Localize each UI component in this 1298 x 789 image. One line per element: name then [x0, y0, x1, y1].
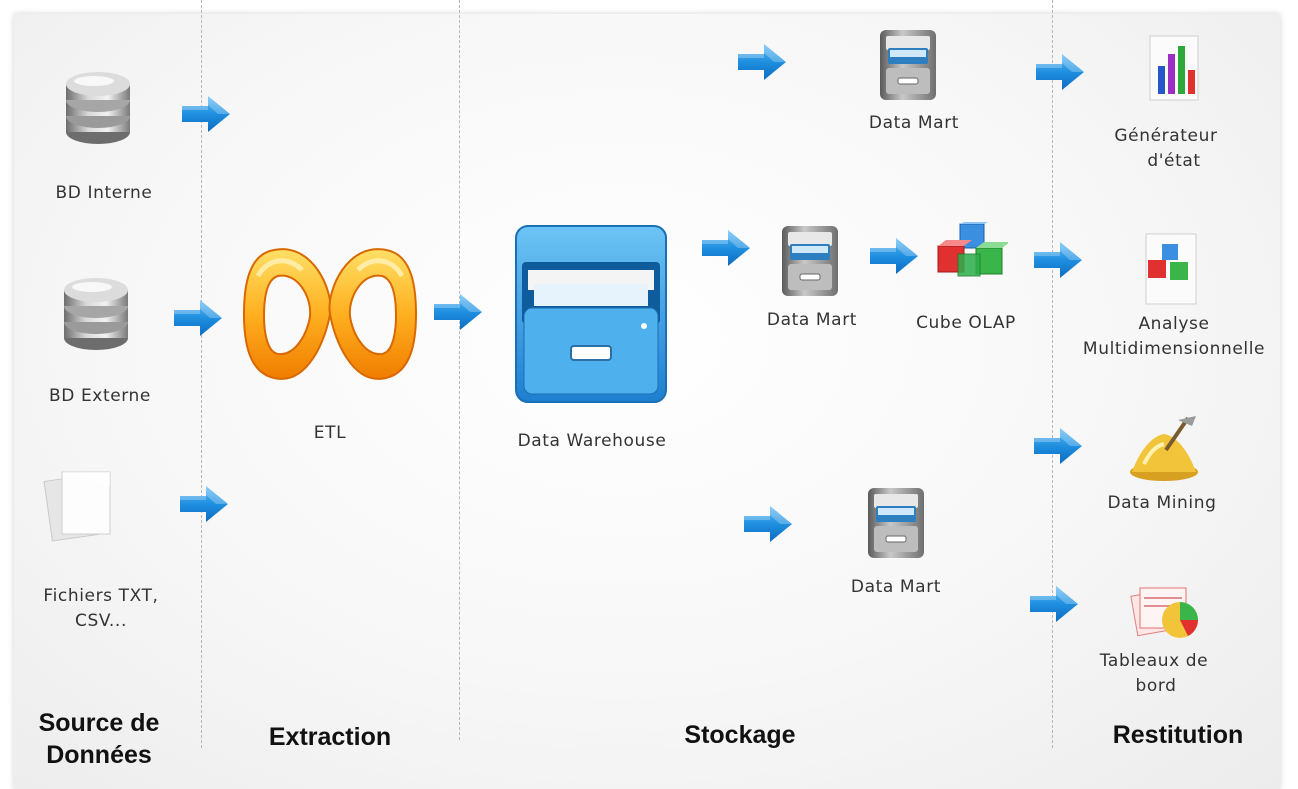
column-heading-restitution: Restitution [1112, 721, 1244, 749]
etl-label: ETL [313, 423, 347, 443]
tableaux-label-line1: Tableaux de [1099, 651, 1209, 671]
analyse-label-line1: Analyse [1138, 314, 1210, 334]
arrow-icon-warehouse-to-datamart-mid [702, 230, 750, 266]
bd-interne-label: BD Interne [55, 183, 153, 203]
mining-label: Data Mining [1107, 493, 1217, 513]
datamart-bottom-icon [867, 487, 925, 559]
datamart-top-label: Data Mart [868, 113, 960, 133]
cube-olap-icon [937, 222, 1008, 277]
column-heading-extraction: Extraction [268, 723, 392, 751]
bd-externe-label: BD Externe [48, 386, 151, 406]
arrow-icon-to-datamart-bottom [744, 506, 792, 542]
datamart-mid-label: Data Mart [766, 310, 858, 330]
fichiers-label-line2: CSV... [75, 611, 127, 631]
analyse-label-line2: Multidimensionnelle [1082, 339, 1266, 359]
etl-icon [242, 248, 418, 380]
database-icon-internal [66, 72, 130, 144]
arrow-icon-to-generateur [1036, 54, 1084, 90]
arrow-icon-to-analyse [1034, 242, 1082, 278]
data-warehouse-label: Data Warehouse [517, 431, 667, 451]
generateur-label-line1: Générateur [1114, 126, 1218, 146]
report-chart-icon [1149, 35, 1199, 101]
arrow-icon-datamart-to-cube [870, 238, 918, 274]
column-heading-source-line2: Données [46, 741, 152, 769]
column-heading-stockage: Stockage [684, 721, 796, 749]
gold-pile-icon [1130, 416, 1198, 481]
datamart-bottom-label: Data Mart [850, 577, 942, 597]
database-icon-external [64, 278, 128, 350]
separator-extraction-stockage [459, 0, 460, 740]
arrow-icon-to-datamart-top [738, 44, 786, 80]
arrow-icon-files-to-etl [180, 486, 228, 522]
datamart-mid-icon [781, 225, 839, 297]
arrow-icon-to-mining [1034, 428, 1082, 464]
arrow-icon-external-to-etl [174, 300, 222, 336]
data-warehouse-icon [515, 225, 667, 403]
olap-document-icon [1145, 233, 1197, 305]
datamart-top-icon [879, 29, 937, 101]
fichiers-label-line1: Fichiers TXT, [43, 586, 159, 606]
separator-stockage-restitution [1052, 0, 1053, 748]
column-heading-source-line1: Source de [38, 709, 160, 737]
tableaux-label-line2: bord [1135, 676, 1177, 696]
dashboard-pie-icon [1130, 587, 1198, 638]
arrow-icon-etl-to-warehouse [434, 294, 482, 330]
arrow-icon-to-tableaux [1030, 586, 1078, 622]
files-icon [43, 471, 111, 542]
arrow-icon-internal-to-etl [182, 96, 230, 132]
generateur-label-line2: d'état [1147, 151, 1201, 171]
cube-olap-label: Cube OLAP [916, 313, 1016, 333]
